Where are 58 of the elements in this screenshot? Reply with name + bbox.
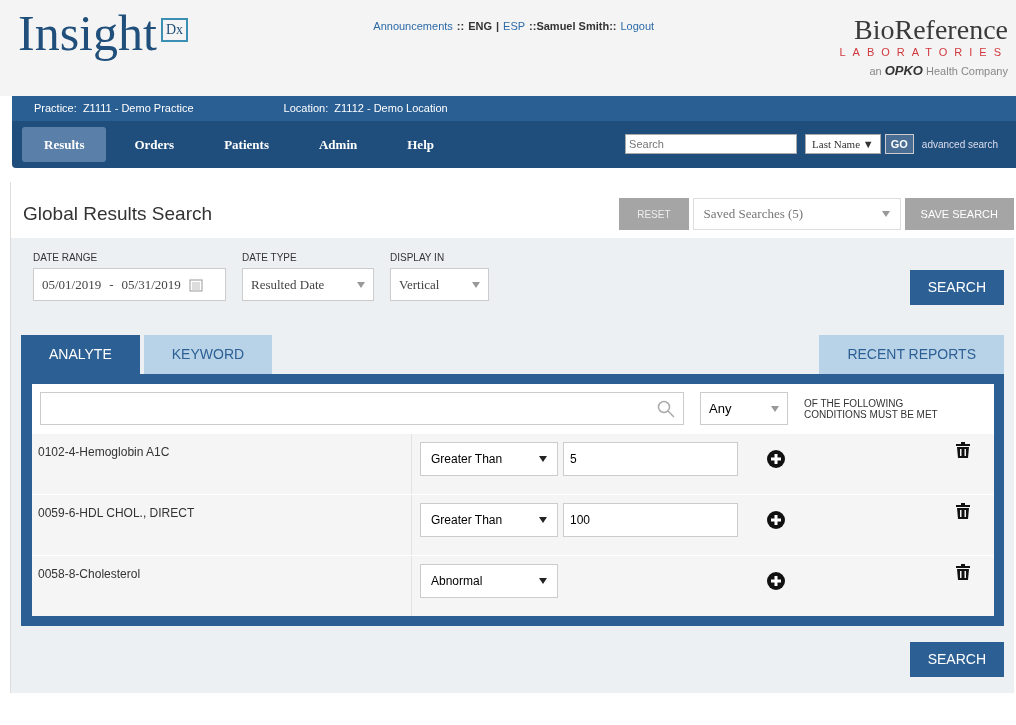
- operator-dropdown[interactable]: Greater Than: [420, 503, 558, 537]
- caret-icon: [472, 281, 480, 288]
- context-info: Location: Z1112 - Demo Location: [283, 101, 448, 116]
- context-info: Practice: Z1111 - Demo Practice: [34, 101, 194, 116]
- top-text: ::Samuel Smith::: [529, 19, 617, 34]
- top-link[interactable]: Announcements: [373, 18, 453, 96]
- nav-tab[interactable]: Admin: [296, 126, 380, 162]
- nav-tab[interactable]: Patients: [202, 126, 291, 162]
- caret-icon: [539, 517, 547, 523]
- dropdown[interactable]: Resulted Date: [242, 268, 374, 301]
- top-link[interactable]: ESP: [503, 18, 526, 96]
- field-label: DISPLAY IN: [390, 251, 446, 265]
- caret-icon: [539, 456, 547, 462]
- operator-dropdown[interactable]: Abnormal: [420, 564, 558, 598]
- go-button[interactable]: GO: [884, 134, 914, 155]
- brand-tagline: an OPKO Health Company: [868, 61, 1008, 80]
- search-icon: [657, 399, 675, 418]
- nav-tab[interactable]: Orders: [112, 126, 197, 162]
- tab[interactable]: KEYWORD: [143, 335, 273, 374]
- top-text: ENG: [468, 19, 492, 34]
- operator-dropdown[interactable]: Greater Than: [420, 442, 558, 476]
- search-type-dropdown[interactable]: Last Name ▼: [805, 134, 881, 155]
- value-field[interactable]: 5: [563, 442, 738, 476]
- top-link[interactable]: Logout: [620, 18, 655, 96]
- nav-tab[interactable]: Help: [385, 126, 456, 162]
- search-button[interactable]: SEARCH: [909, 642, 1004, 677]
- conditions-text: OF THE FOLLOWING CONDITIONS MUST BE MET: [804, 397, 939, 420]
- search-field[interactable]: Search: [625, 134, 798, 155]
- delete-icon[interactable]: [956, 503, 970, 519]
- tab[interactable]: RECENT REPORTS: [819, 335, 1004, 374]
- match-dropdown[interactable]: Any: [700, 392, 788, 425]
- analyte-search-field[interactable]: [40, 392, 684, 425]
- tab[interactable]: ANALYTE: [21, 335, 140, 374]
- caret-icon: [771, 405, 779, 412]
- add-icon[interactable]: [767, 572, 785, 590]
- date-range-field[interactable]: 05/01/2019 - 05/31/2019: [33, 268, 226, 301]
- dropdown[interactable]: Vertical: [390, 268, 489, 301]
- caret-icon: [881, 211, 890, 217]
- delete-icon[interactable]: [956, 564, 970, 580]
- brand-subtitle: LABORATORIES: [839, 45, 1008, 60]
- caret-icon: [357, 281, 365, 288]
- caret-icon: [539, 578, 547, 584]
- logo-badge: Dx: [160, 18, 189, 42]
- field-label: DATE TYPE: [242, 251, 298, 265]
- advanced-search-link[interactable]: advanced search: [921, 136, 998, 152]
- brand-name: BioReference: [853, 16, 1008, 44]
- page-title: Global Results Search: [22, 201, 214, 226]
- top-text: |: [496, 19, 500, 34]
- field-label: DATE RANGE: [33, 251, 99, 265]
- add-icon[interactable]: [767, 450, 785, 468]
- top-text: ::: [456, 19, 465, 34]
- saved-searches-dropdown[interactable]: Saved Searches (5): [692, 198, 901, 230]
- value-field[interactable]: 100: [563, 503, 738, 537]
- search-button[interactable]: SEARCH: [909, 270, 1004, 305]
- analyte-name: 0058-8-Cholesterol: [32, 556, 412, 616]
- nav-tab[interactable]: Results: [22, 126, 107, 162]
- add-icon[interactable]: [767, 511, 785, 529]
- delete-icon[interactable]: [956, 442, 970, 458]
